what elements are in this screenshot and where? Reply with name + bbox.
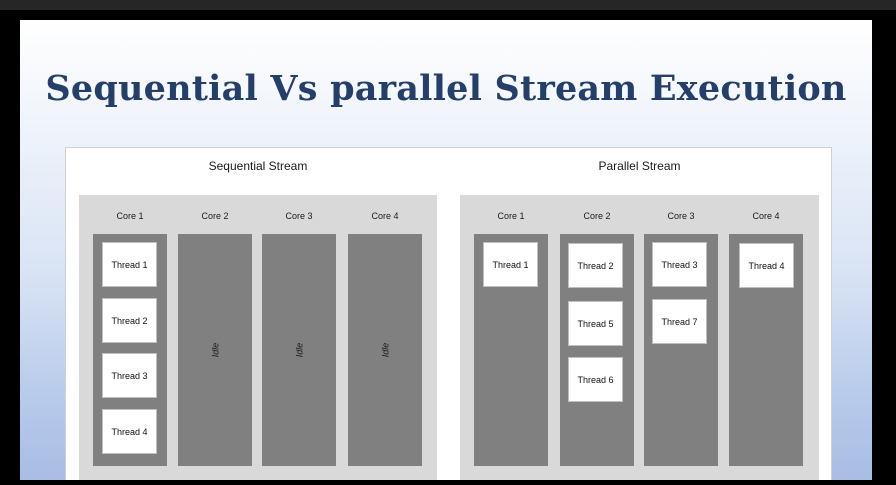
parallel-core-3-column: Thread 3 Thread 7 [644, 234, 718, 466]
sequential-core-3-idle: Idle [293, 342, 304, 358]
sequential-core-1-column: Thread 1 Thread 2 Thread 3 Thread 4 [93, 234, 167, 466]
sequential-core-3-label: Core 3 [285, 211, 313, 221]
sequential-thread-2: Thread 2 [102, 298, 157, 343]
parallel-thread-5: Thread 5 [568, 301, 623, 346]
sequential-core-2-label: Core 2 [201, 211, 229, 221]
parallel-core-1-label: Core 1 [497, 211, 525, 221]
sequential-stream-label: Sequential Stream [208, 159, 308, 173]
parallel-stream-label: Parallel Stream [598, 159, 681, 173]
parallel-core-4-column: Thread 4 [729, 234, 803, 466]
sequential-core-3-column: Idle [262, 234, 336, 466]
parallel-thread-7: Thread 7 [652, 299, 707, 344]
parallel-core-2-column: Thread 2 Thread 5 Thread 6 [560, 234, 634, 466]
slide: Sequential Vs parallel Stream Execution … [20, 20, 872, 480]
sequential-core-4-label: Core 4 [371, 211, 399, 221]
top-bar [0, 0, 896, 10]
sequential-core-4-idle: Idle [379, 342, 390, 358]
sequential-stream-box: Core 1 Core 2 Core 3 Core 4 Thread 1 Thr… [79, 195, 437, 480]
sequential-core-2-column: Idle [178, 234, 252, 466]
parallel-stream-box: Core 1 Core 2 Core 3 Core 4 Thread 1 Thr… [460, 195, 819, 480]
parallel-thread-6: Thread 6 [568, 357, 623, 402]
parallel-core-3-label: Core 3 [667, 211, 695, 221]
parallel-core-1-column: Thread 1 [474, 234, 548, 466]
sequential-thread-4: Thread 4 [102, 409, 157, 454]
parallel-thread-1: Thread 1 [483, 242, 538, 287]
parallel-core-4-label: Core 4 [752, 211, 780, 221]
sequential-thread-1: Thread 1 [102, 242, 157, 287]
sequential-core-2-idle: Idle [209, 342, 220, 358]
parallel-thread-3: Thread 3 [652, 242, 707, 287]
sequential-thread-3: Thread 3 [102, 353, 157, 398]
sequential-core-4-column: Idle [348, 234, 422, 466]
sequential-core-1-label: Core 1 [116, 211, 144, 221]
parallel-thread-2: Thread 2 [568, 243, 623, 288]
diagram-panel: Sequential Stream Core 1 Core 2 Core 3 C… [65, 147, 832, 480]
parallel-thread-4: Thread 4 [739, 243, 794, 288]
slide-title: Sequential Vs parallel Stream Execution [45, 68, 847, 109]
parallel-core-2-label: Core 2 [583, 211, 611, 221]
